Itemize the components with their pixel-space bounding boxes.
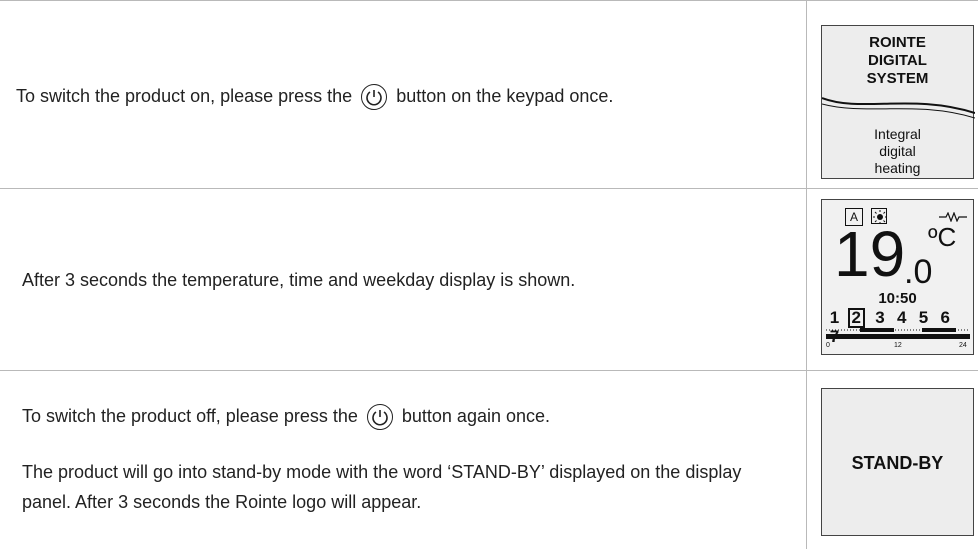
- resistor-icon: [939, 212, 967, 222]
- row-switch-off-line1: To switch the product off, please press …: [22, 401, 828, 431]
- weekday-5: 5: [918, 308, 929, 327]
- display-temperature-panel: A 19 .0 ºC 10:50 1 2 3 4 5 6 0 12 24: [821, 199, 974, 355]
- switch-on-text-before: To switch the product on, please press t…: [16, 86, 353, 106]
- temperature-integer: 19: [834, 218, 906, 290]
- weekday-4: 4: [896, 308, 907, 327]
- standby-label: STAND-BY: [851, 453, 944, 473]
- row-display-shown-text: After 3 seconds the temperature, time an…: [22, 270, 576, 290]
- logo-sub-2: digital: [879, 143, 916, 159]
- row-switch-off-paragraph: The product will go into stand-by mode w…: [22, 462, 742, 512]
- logo-sub-1: Integral: [874, 126, 921, 142]
- temperature-decimal: .0: [904, 253, 933, 291]
- logo-sub-3: heating: [874, 160, 921, 176]
- logo-line-2: DIGITAL: [868, 52, 927, 69]
- logo-line-3: SYSTEM: [866, 70, 929, 87]
- power-icon: [366, 404, 393, 431]
- scale-label-12: 12: [894, 342, 902, 349]
- row-switch-on: To switch the product on, please press t…: [0, 0, 978, 189]
- logo-line-1: ROINTE: [869, 34, 926, 51]
- instruction-table: To switch the product on, please press t…: [0, 0, 978, 549]
- display-standby-panel: STAND-BY: [821, 388, 974, 536]
- switch-on-text-after: button on the keypad once.: [396, 86, 614, 106]
- logo-wave-divider: [822, 97, 975, 119]
- weekday-6: 6: [940, 308, 950, 327]
- row-display-shown: After 3 seconds the temperature, time an…: [0, 188, 978, 371]
- power-icon: [361, 84, 388, 111]
- weekday-1: 1: [829, 308, 840, 327]
- schedule-bar: [826, 328, 970, 339]
- scale-label-24: 24: [959, 342, 967, 349]
- weekday-2-selected: 2: [847, 308, 865, 328]
- display-time: 10:50: [878, 290, 917, 307]
- display-logo-panel: ROINTE DIGITAL SYSTEM Integral digital h…: [821, 25, 975, 179]
- switch-off-text-before: To switch the product off, please press …: [22, 406, 358, 426]
- weekday-3: 3: [875, 308, 885, 327]
- row-switch-on-text: To switch the product on, please press t…: [16, 81, 822, 111]
- switch-off-text-after: button again once.: [401, 406, 551, 426]
- row-switch-off: To switch the product off, please press …: [0, 370, 978, 550]
- scale-label-0: 0: [826, 342, 830, 349]
- temperature-unit: ºC: [928, 222, 957, 252]
